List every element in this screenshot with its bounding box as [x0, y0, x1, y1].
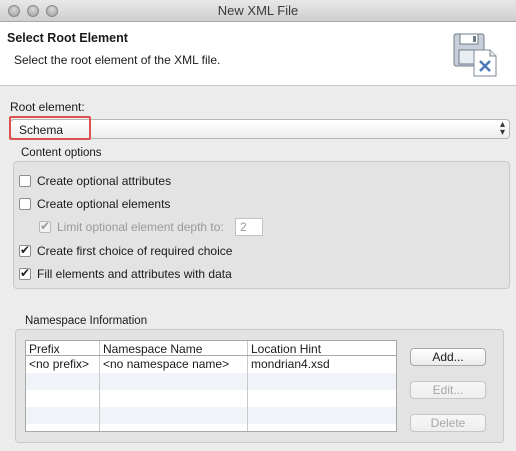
root-element-select[interactable]: Schema ▴ ▾	[10, 119, 510, 139]
content-options-label: Content options	[21, 147, 102, 159]
create-optional-elements-checkbox[interactable]: Create optional elements	[19, 197, 170, 211]
namespace-info-label: Namespace Information	[25, 315, 148, 327]
cell-location: mondrian4.xsd	[251, 357, 330, 371]
title-bar: New XML File	[0, 0, 516, 22]
table-row-empty	[26, 373, 396, 390]
limit-depth-checkbox: Limit optional element depth to:	[39, 219, 224, 234]
cell-namespace: <no namespace name>	[103, 357, 230, 371]
table-row-empty	[26, 390, 396, 407]
checkbox-label: Create optional elements	[37, 197, 171, 211]
checkbox-label: Limit optional element depth to:	[57, 220, 224, 234]
add-button[interactable]: Add...	[410, 348, 486, 366]
window-title: New XML File	[217, 3, 299, 18]
header-divider	[26, 355, 396, 356]
root-element-value: Schema	[19, 123, 64, 137]
checkbox-box[interactable]	[19, 266, 31, 280]
checkbox-box[interactable]	[19, 175, 31, 187]
wizard-banner: Select Root Element Select the root elem…	[0, 22, 516, 86]
xml-wizard-icon	[453, 33, 497, 77]
create-optional-attributes-checkbox[interactable]: Create optional attributes	[19, 174, 171, 188]
column-header-location[interactable]: Location Hint	[251, 342, 321, 356]
root-element-label: Root element:	[10, 100, 85, 114]
cell-prefix: <no prefix>	[29, 357, 90, 371]
table-row-empty	[26, 407, 396, 424]
banner-description: Select the root element of the XML file.	[14, 53, 221, 67]
fill-elements-checkbox[interactable]: Fill elements and attributes with data	[19, 266, 232, 281]
create-first-choice-checkbox[interactable]: Create first choice of required choice	[19, 243, 233, 258]
checkbox-box	[39, 219, 51, 233]
column-header-namespace[interactable]: Namespace Name	[103, 342, 202, 356]
checkbox-box[interactable]	[19, 198, 31, 210]
edit-button: Edit...	[410, 381, 486, 399]
delete-button: Delete	[410, 414, 486, 432]
checkbox-label: Create first choice of required choice	[37, 244, 233, 258]
column-header-prefix[interactable]: Prefix	[29, 342, 60, 356]
select-arrows-icon: ▴ ▾	[499, 119, 505, 138]
depth-input: 2	[235, 218, 263, 236]
namespace-table[interactable]: Prefix Namespace Name Location Hint <no …	[25, 340, 397, 432]
checkbox-label: Fill elements and attributes with data	[37, 267, 232, 281]
banner-title: Select Root Element	[7, 31, 128, 45]
checkbox-label: Create optional attributes	[37, 174, 172, 188]
checkbox-box[interactable]	[19, 243, 31, 257]
